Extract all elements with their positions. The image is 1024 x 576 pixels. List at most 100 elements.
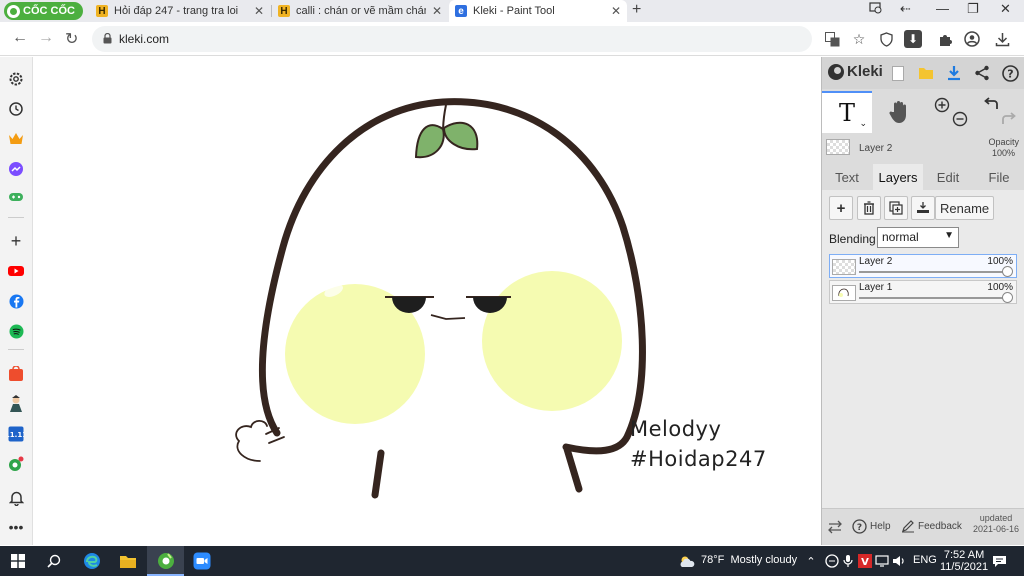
drawing-canvas[interactable]: Melodyy #Hoidap247	[33, 57, 821, 545]
spotify-icon[interactable]	[7, 322, 25, 340]
sale-1111-icon[interactable]: 11.11	[7, 425, 25, 443]
zoom-out-icon[interactable]	[952, 111, 968, 127]
tab-kleki[interactable]: e Kleki - Paint Tool ✕	[449, 0, 627, 22]
new-image-icon[interactable]	[888, 63, 908, 83]
mouth	[430, 314, 466, 320]
show-hidden-icons-icon[interactable]: ⌃	[801, 551, 821, 571]
chevron-down-icon[interactable]: ⌄	[859, 118, 867, 129]
merge-down-button[interactable]	[911, 196, 935, 220]
close-window-icon[interactable]: ✕	[1000, 1, 1011, 17]
blending-mode-select[interactable]: normal ▼	[877, 227, 959, 248]
layer-item-layer-1[interactable]: Layer 1 100%	[829, 280, 1017, 304]
redo-icon[interactable]	[1002, 112, 1016, 124]
shield-icon[interactable]	[877, 30, 895, 48]
signature-line-1: Melodyy	[630, 417, 722, 441]
duplicate-layer-button[interactable]	[884, 196, 908, 220]
tab-text[interactable]: Text	[822, 164, 872, 190]
layer-opacity-slider[interactable]	[859, 271, 1007, 273]
share-icon[interactable]	[972, 63, 992, 83]
shopping-bag-icon[interactable]	[7, 365, 25, 383]
opacity-value: 100%	[991, 148, 1015, 158]
zoom-app-icon[interactable]	[192, 551, 212, 571]
new-tab-icon[interactable]: +	[632, 1, 641, 19]
input-language-indicator[interactable]: ENG	[913, 554, 937, 566]
back-to-tab-icon[interactable]: ⇠	[900, 1, 911, 17]
help-question-icon[interactable]: ?	[1000, 63, 1020, 83]
sidebar-divider	[8, 217, 24, 218]
open-folder-icon[interactable]	[916, 63, 936, 83]
file-explorer-icon[interactable]	[118, 551, 138, 571]
game-character-icon[interactable]	[7, 395, 25, 413]
reload-icon[interactable]: ↻	[65, 29, 78, 49]
back-arrow-icon[interactable]: ←	[12, 29, 28, 47]
minimize-icon[interactable]: —	[936, 1, 949, 16]
translate-icon[interactable]	[823, 30, 841, 48]
coccoc-logo[interactable]: CỐC CỐC	[4, 2, 83, 20]
profile-icon[interactable]	[963, 30, 981, 48]
text-tool-button[interactable]: T ⌄	[822, 91, 872, 133]
save-download-icon[interactable]	[944, 63, 964, 83]
tab-edit[interactable]: Edit	[923, 164, 973, 190]
plus-icon: +	[836, 199, 846, 217]
swap-sides-icon[interactable]	[828, 520, 842, 537]
windows-start-icon[interactable]	[8, 551, 28, 571]
layer-opacity-slider[interactable]	[859, 297, 1007, 299]
right-leg	[563, 445, 583, 493]
help-button[interactable]: ? Help	[852, 519, 891, 534]
updated-info: updated 2021-06-16	[973, 513, 1019, 535]
address-bar[interactable]: kleki.com	[92, 26, 812, 52]
download-manager-icon[interactable]: ⬇	[904, 30, 922, 48]
settings-gear-icon[interactable]	[7, 70, 25, 88]
current-layer-indicator[interactable]: Layer 2 Opacity 100%	[822, 135, 1024, 163]
crown-icon[interactable]	[7, 130, 25, 148]
notification-bell-icon[interactable]	[7, 489, 25, 507]
close-tab-icon[interactable]: ✕	[611, 4, 621, 18]
blending-mode-value: normal	[882, 230, 919, 244]
tab-file[interactable]: File	[974, 164, 1024, 190]
tab-search-icon[interactable]	[869, 1, 883, 18]
hand-tool-button[interactable]	[874, 91, 924, 133]
close-tab-icon[interactable]: ✕	[254, 4, 264, 18]
feedback-button[interactable]: Feedback	[901, 519, 962, 533]
close-tab-icon[interactable]: ✕	[432, 4, 442, 18]
search-icon[interactable]	[44, 551, 64, 571]
kleki-logo[interactable]: Kleki	[828, 63, 883, 80]
opacity-slider-handle[interactable]	[1002, 292, 1013, 303]
system-clock[interactable]: 7:52 AM 11/5/2021	[940, 549, 988, 573]
volume-icon[interactable]	[889, 551, 909, 571]
weather-widget[interactable]: 78°F Mostly cloudy	[701, 554, 797, 566]
tab-layers[interactable]: Layers	[873, 164, 923, 190]
coccoc-notify-icon[interactable]	[7, 455, 25, 473]
extensions-puzzle-icon[interactable]	[936, 30, 954, 48]
windows-taskbar: 78°F Mostly cloudy ⌃ V ENG 7:52 AM 11/5/…	[0, 546, 1024, 576]
bookmark-star-icon[interactable]: ☆	[850, 30, 868, 48]
add-layer-button[interactable]: +	[829, 196, 853, 220]
coccoc-taskbar-icon[interactable]	[156, 551, 176, 571]
forward-arrow-icon[interactable]: →	[38, 29, 54, 47]
more-options-icon[interactable]: •••	[7, 518, 25, 536]
svg-text:?: ?	[1007, 67, 1013, 80]
edge-browser-icon[interactable]	[82, 551, 102, 571]
layer-item-layer-2[interactable]: Layer 2 100%	[829, 254, 1017, 278]
downloads-icon[interactable]	[993, 30, 1011, 48]
help-label: Help	[870, 521, 891, 532]
history-icon[interactable]	[7, 100, 25, 118]
restore-icon[interactable]: ❐	[967, 1, 979, 17]
panel-tabs: Text Layers Edit File	[822, 164, 1024, 190]
add-shortcut-icon[interactable]: +	[7, 231, 25, 251]
undo-icon[interactable]	[984, 97, 998, 109]
notifications-icon[interactable]	[989, 551, 1009, 571]
zoom-in-icon[interactable]	[934, 97, 950, 113]
weather-cloud-icon[interactable]	[677, 551, 697, 571]
tab-calli[interactable]: H calli : chán or vẽ mầm chán N ✕	[272, 0, 448, 22]
facebook-icon[interactable]	[7, 292, 25, 310]
game-controller-icon[interactable]	[7, 188, 25, 206]
rename-layer-button[interactable]: Rename	[935, 196, 995, 220]
youtube-icon[interactable]	[7, 262, 25, 280]
lock-icon[interactable]	[103, 33, 112, 44]
sidebar-divider	[8, 349, 24, 350]
messenger-icon[interactable]	[7, 160, 25, 178]
opacity-slider-handle[interactable]	[1002, 266, 1013, 277]
delete-layer-button[interactable]	[857, 196, 881, 220]
tab-hoidap247[interactable]: H Hỏi đáp 247 - trang tra loi ✕	[90, 0, 270, 22]
